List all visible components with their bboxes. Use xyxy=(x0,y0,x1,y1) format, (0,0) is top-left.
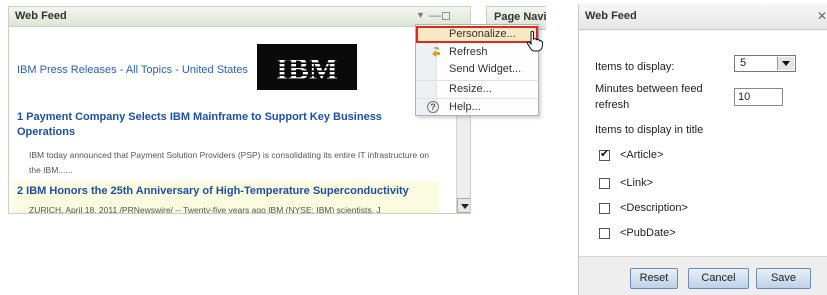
close-icon[interactable]: ✕ xyxy=(817,9,827,23)
menu-item-label: Personalize... xyxy=(449,28,516,40)
menu-item-resize[interactable]: Resize... xyxy=(416,80,538,97)
menu-item-send-widget[interactable]: Send Widget... xyxy=(416,61,538,78)
ibm-logo: IBM xyxy=(257,44,357,90)
dialog-header: Web Feed ✕ xyxy=(579,4,827,30)
menu-item-refresh[interactable]: Refresh xyxy=(416,44,538,61)
reset-button[interactable]: Reset xyxy=(630,268,678,289)
checkbox-label: <Description> xyxy=(620,202,688,214)
hand-cursor-icon xyxy=(526,30,543,52)
personalize-dialog: Web Feed ✕ Items to display: 5 Minutes b… xyxy=(578,4,827,295)
page-navigator-title: Page Navi xyxy=(494,11,547,23)
minutes-between-refresh-input[interactable] xyxy=(734,88,783,106)
scroll-down-button[interactable] xyxy=(457,198,470,213)
feed-source-link[interactable]: IBM Press Releases - All Topics - United… xyxy=(17,64,248,76)
chevron-down-icon[interactable] xyxy=(777,57,794,70)
title-option-description[interactable]: <Description> xyxy=(599,202,799,216)
dialog-footer: Reset Cancel Save xyxy=(579,256,827,295)
widget-actions-menu: Personalize... Refresh Send Widget... Re… xyxy=(415,24,539,116)
minutes-between-refresh-label: Minutes between feed refresh xyxy=(595,83,703,111)
checkbox-label: <Link> xyxy=(620,177,654,189)
web-feed-widget: Web Feed ▼ — IBM Press Releases - All To… xyxy=(8,6,471,214)
select-value: 5 xyxy=(740,57,747,69)
checkbox-label: <PubDate> xyxy=(620,227,676,239)
items-to-display-label: Items to display: xyxy=(595,61,675,73)
widget-title: Web Feed xyxy=(15,10,67,22)
checkbox-checked[interactable] xyxy=(599,147,610,161)
cancel-button[interactable]: Cancel xyxy=(688,268,749,289)
save-button[interactable]: Save xyxy=(756,268,811,289)
help-icon: ? xyxy=(427,101,439,113)
menu-item-help[interactable]: ? Help... xyxy=(416,98,538,115)
widget-menu-arrow-icon[interactable]: ▼ xyxy=(416,10,425,20)
checkbox[interactable] xyxy=(599,203,610,214)
title-option-article[interactable]: <Article> xyxy=(599,147,799,163)
items-to-display-select[interactable]: 5 xyxy=(734,55,796,72)
dialog-title: Web Feed xyxy=(585,10,637,22)
maximize-icon[interactable] xyxy=(442,12,450,20)
menu-item-personalize[interactable]: Personalize... xyxy=(416,26,538,43)
article-title-link[interactable]: 1 Payment Company Selects IBM Mainframe … xyxy=(17,110,417,140)
refresh-icon xyxy=(432,47,440,57)
widget-header: Web Feed ▼ — xyxy=(9,7,470,27)
menu-item-label: Refresh xyxy=(449,46,488,58)
minimize-icon[interactable]: — xyxy=(429,8,441,22)
dialog-body: Items to display: 5 Minutes between feed… xyxy=(579,31,827,256)
article-summary: ZURICH, April 18, 2011 /PRNewswire/ -- T… xyxy=(29,205,381,214)
title-option-pubdate[interactable]: <PubDate> xyxy=(599,227,799,241)
article-summary: IBM today announced that Payment Solutio… xyxy=(29,150,430,175)
svg-text:IBM: IBM xyxy=(276,51,338,86)
title-option-link[interactable]: <Link> xyxy=(599,177,799,191)
checkbox-label: <Article> xyxy=(620,149,664,161)
title-items-label: Items to display in title xyxy=(595,124,704,136)
menu-item-label: Help... xyxy=(449,101,481,113)
article-title-link[interactable]: 2 IBM Honors the 25th Anniversary of Hig… xyxy=(17,184,437,199)
menu-item-label: Send Widget... xyxy=(449,63,522,75)
checkbox[interactable] xyxy=(599,178,610,189)
menu-item-label: Resize... xyxy=(449,83,492,95)
checkbox[interactable] xyxy=(599,228,610,239)
